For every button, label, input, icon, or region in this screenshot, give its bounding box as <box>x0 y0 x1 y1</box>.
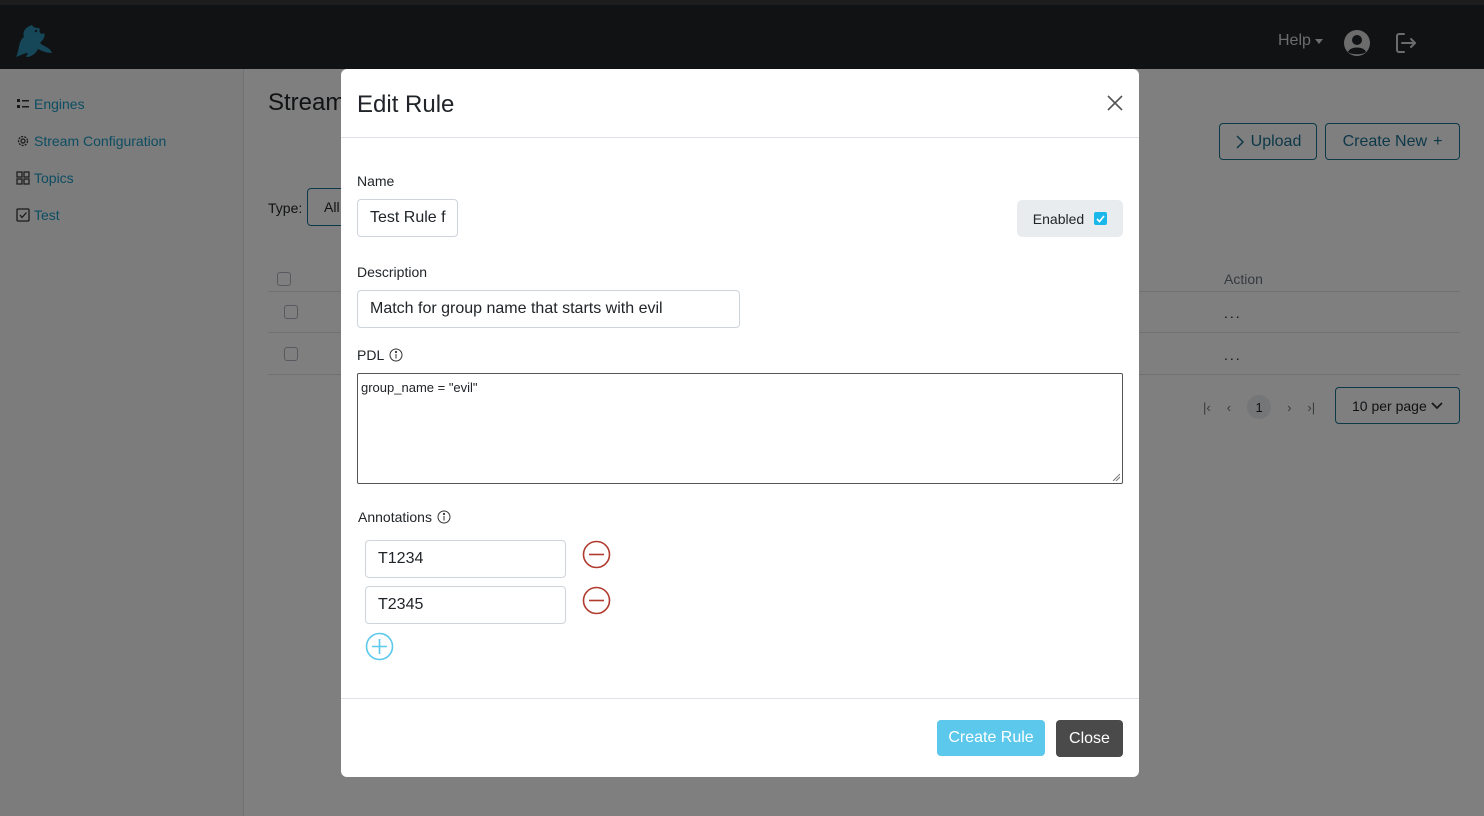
description-field[interactable]: Match for group name that starts with ev… <box>357 290 740 328</box>
pdl-textarea[interactable]: group_name = "evil" <box>357 373 1123 484</box>
remove-annotation-icon[interactable] <box>582 540 611 569</box>
annotation-field[interactable]: T1234 <box>365 540 566 578</box>
name-field[interactable]: Test Rule f <box>357 199 458 237</box>
modal-header: Edit Rule <box>341 69 1139 138</box>
info-icon[interactable] <box>389 348 403 362</box>
resize-handle-icon[interactable] <box>1112 473 1120 481</box>
pdl-label: PDL <box>357 347 385 363</box>
name-label: Name <box>357 173 395 189</box>
enabled-toggle[interactable]: Enabled <box>1017 200 1123 237</box>
info-icon[interactable] <box>437 510 451 524</box>
edit-rule-modal: Edit Rule Name Test Rule f Enabled Descr… <box>341 69 1139 777</box>
pdl-label-group: PDL <box>357 347 403 363</box>
add-annotation-icon[interactable] <box>365 632 394 661</box>
enabled-label: Enabled <box>1032 210 1085 227</box>
pdl-text: group_name = "evil" <box>361 380 478 395</box>
modal-footer: Create Rule Close <box>341 698 1139 777</box>
annotations-label-group: Annotations <box>358 509 451 525</box>
annotation-field[interactable]: T2345 <box>365 586 566 624</box>
checkmark-icon <box>1096 214 1105 223</box>
close-button[interactable]: Close <box>1056 720 1123 757</box>
remove-annotation-icon[interactable] <box>582 586 611 615</box>
modal-title: Edit Rule <box>357 91 455 118</box>
close-icon[interactable] <box>1106 94 1124 112</box>
enabled-checkbox[interactable] <box>1094 212 1108 225</box>
annotations-label: Annotations <box>358 509 432 525</box>
description-label: Description <box>357 264 428 280</box>
create-rule-button[interactable]: Create Rule <box>937 720 1045 756</box>
